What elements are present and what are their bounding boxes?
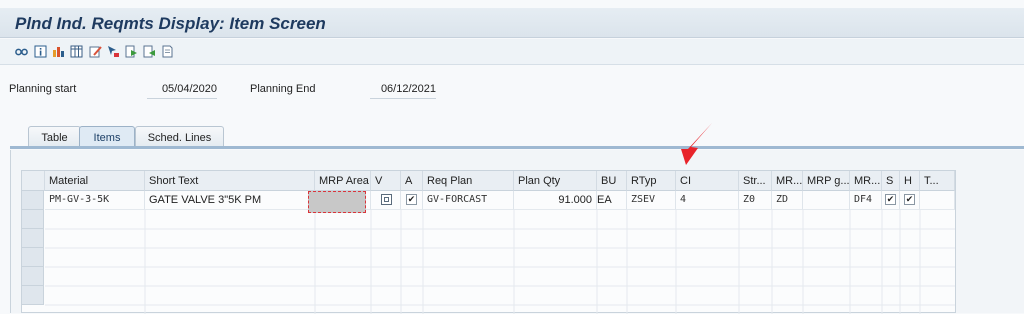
column-header-t[interactable]: T...	[920, 171, 955, 191]
column-header-s[interactable]: S	[882, 171, 900, 191]
column-header-v[interactable]: V	[371, 171, 401, 191]
cell-req-plan[interactable]: GV-FORCAST	[423, 191, 514, 210]
page-title: Plnd Ind. Reqmts Display: Item Screen	[15, 14, 326, 33]
row-selector[interactable]	[22, 286, 44, 305]
cell-t[interactable]	[920, 191, 955, 210]
title-bar: Plnd Ind. Reqmts Display: Item Screen	[0, 8, 1024, 38]
cell-mr-2[interactable]: DF4	[850, 191, 882, 210]
column-header-ci[interactable]: CI	[676, 171, 739, 191]
items-panel: Material Short Text MRP Area V A Req Pla…	[10, 150, 1024, 314]
column-header-mr-2[interactable]: MR...	[850, 171, 882, 191]
column-header-rtyp[interactable]: RTyp	[627, 171, 676, 191]
columns-settings-icon[interactable]	[52, 45, 65, 58]
annotation-arrow-icon	[681, 123, 712, 165]
cell-bu[interactable]: EA	[597, 191, 627, 210]
planning-start-label: Planning start	[9, 83, 77, 95]
edit-icon[interactable]	[89, 45, 102, 58]
row-selector[interactable]	[22, 267, 44, 286]
tab-divider	[10, 146, 1024, 149]
import-icon[interactable]	[143, 45, 156, 58]
cell-ci[interactable]: 4	[676, 191, 739, 210]
cell-a[interactable]: ✔	[401, 191, 423, 210]
row-selector[interactable]	[22, 191, 44, 210]
column-header-short-text[interactable]: Short Text	[145, 171, 315, 191]
planning-end-label: Planning End	[250, 83, 316, 95]
column-header-str[interactable]: Str...	[739, 171, 772, 191]
info-icon[interactable]	[34, 45, 47, 58]
row-selector[interactable]	[22, 229, 44, 248]
cell-str[interactable]: Z0	[739, 191, 772, 210]
value-help-icon[interactable]	[381, 194, 392, 205]
tab-items[interactable]: Items	[79, 126, 135, 148]
cell-v[interactable]	[371, 191, 401, 210]
column-header-plan-qty[interactable]: Plan Qty	[514, 171, 597, 191]
column-header-req-plan[interactable]: Req Plan	[423, 171, 514, 191]
select-all-header[interactable]	[22, 171, 45, 191]
items-table: Material Short Text MRP Area V A Req Pla…	[21, 170, 956, 314]
cell-h[interactable]: ✔	[900, 191, 920, 210]
planning-end-value: 06/12/2021	[370, 79, 436, 99]
document-icon[interactable]	[161, 45, 174, 58]
column-header-mrp-area[interactable]: MRP Area	[315, 171, 371, 191]
column-header-a[interactable]: A	[401, 171, 423, 191]
cell-short-text[interactable]: GATE VALVE 3"5K PM	[145, 191, 315, 210]
column-header-mrp-group[interactable]: MRP g...	[803, 171, 850, 191]
export-icon[interactable]	[125, 45, 138, 58]
header-fields: Planning start 05/04/2020 Planning End 0…	[0, 76, 1024, 102]
column-header-bu[interactable]: BU	[597, 171, 627, 191]
column-header-h[interactable]: H	[900, 171, 920, 191]
row-selector[interactable]	[22, 248, 44, 267]
planning-start-value: 05/04/2020	[147, 79, 217, 99]
cell-s[interactable]: ✔	[882, 191, 900, 210]
cell-material[interactable]: PM-GV-3-5K	[45, 191, 145, 210]
s-checkbox[interactable]: ✔	[885, 194, 896, 205]
redacted-mrp-area	[308, 191, 366, 213]
toolbar	[0, 39, 1024, 65]
tab-table[interactable]: Table	[28, 126, 81, 148]
cell-mrp-group[interactable]	[803, 191, 850, 210]
search-pointer-icon[interactable]	[107, 45, 120, 58]
row-selector[interactable]	[22, 210, 44, 229]
cell-mr-1[interactable]: ZD	[772, 191, 803, 210]
table-icon[interactable]	[70, 45, 83, 58]
cell-plan-qty[interactable]: 91.000	[514, 191, 597, 210]
cell-rtyp[interactable]: ZSEV	[627, 191, 676, 210]
h-checkbox[interactable]: ✔	[904, 194, 915, 205]
glasses-icon[interactable]	[15, 45, 28, 58]
tab-sched-lines[interactable]: Sched. Lines	[135, 126, 224, 148]
column-header-mr-1[interactable]: MR...	[772, 171, 803, 191]
active-checkbox[interactable]: ✔	[406, 194, 417, 205]
empty-rows	[45, 210, 955, 314]
column-header-material[interactable]: Material	[45, 171, 145, 191]
